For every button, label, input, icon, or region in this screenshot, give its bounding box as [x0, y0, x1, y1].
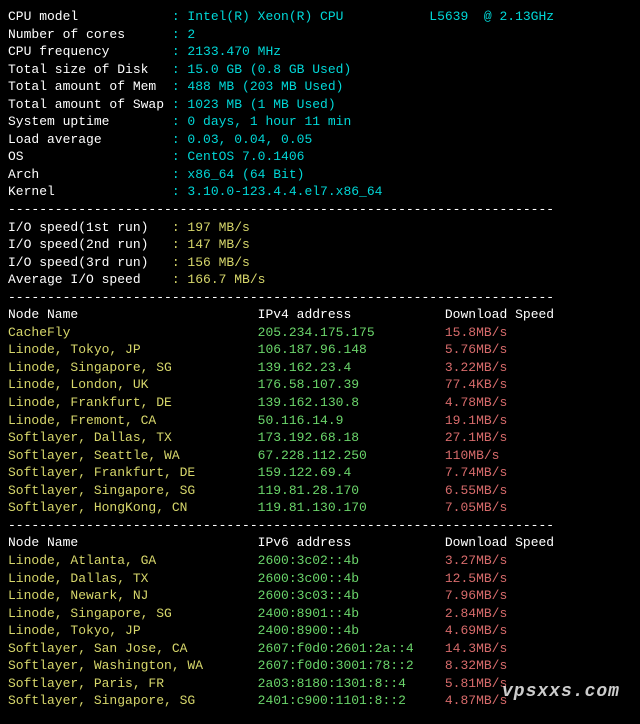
speed-row: CacheFly 205.234.175.175 15.8MB/s: [8, 324, 632, 342]
sysinfo-row: Total size of Disk : 15.0 GB (0.8 GB Use…: [8, 61, 632, 79]
divider: ----------------------------------------…: [8, 289, 632, 307]
sysinfo-row: OS : CentOS 7.0.1406: [8, 148, 632, 166]
divider: ----------------------------------------…: [8, 201, 632, 219]
system-info-block: CPU model : Intel(R) Xeon(R) CPU L5639 @…: [8, 8, 632, 201]
speed-row: Linode, Fremont, CA 50.116.14.9 19.1MB/s: [8, 412, 632, 430]
sysinfo-row: Kernel : 3.10.0-123.4.4.el7.x86_64: [8, 183, 632, 201]
speed-row: Linode, Dallas, TX 2600:3c00::4b 12.5MB/…: [8, 570, 632, 588]
ipv4-header: Node Name IPv4 address Download Speed: [8, 306, 632, 324]
speed-row: Linode, London, UK 176.58.107.39 77.4KB/…: [8, 376, 632, 394]
sysinfo-row: Load average : 0.03, 0.04, 0.05: [8, 131, 632, 149]
divider: ----------------------------------------…: [8, 517, 632, 535]
speed-row: Linode, Tokyo, JP 106.187.96.148 5.76MB/…: [8, 341, 632, 359]
io-speed-block: I/O speed(1st run) : 197 MB/sI/O speed(2…: [8, 219, 632, 289]
speed-row: Softlayer, HongKong, CN 119.81.130.170 7…: [8, 499, 632, 517]
speed-row: Linode, Atlanta, GA 2600:3c02::4b 3.27MB…: [8, 552, 632, 570]
speed-row: Softlayer, San Jose, CA 2607:f0d0:2601:2…: [8, 640, 632, 658]
speed-row: Linode, Newark, NJ 2600:3c03::4b 7.96MB/…: [8, 587, 632, 605]
sysinfo-row: Total amount of Swap : 1023 MB (1 MB Use…: [8, 96, 632, 114]
io-row: I/O speed(1st run) : 197 MB/s: [8, 219, 632, 237]
sysinfo-row: System uptime : 0 days, 1 hour 11 min: [8, 113, 632, 131]
speed-row: Softlayer, Washington, WA 2607:f0d0:3001…: [8, 657, 632, 675]
sysinfo-row: Total amount of Mem : 488 MB (203 MB Use…: [8, 78, 632, 96]
speed-row: Softlayer, Seattle, WA 67.228.112.250 11…: [8, 447, 632, 465]
speed-row: Linode, Frankfurt, DE 139.162.130.8 4.78…: [8, 394, 632, 412]
ipv6-header: Node Name IPv6 address Download Speed: [8, 534, 632, 552]
speed-row: Linode, Singapore, SG 139.162.23.4 3.22M…: [8, 359, 632, 377]
sysinfo-row: CPU model : Intel(R) Xeon(R) CPU L5639 @…: [8, 8, 632, 26]
sysinfo-row: Number of cores : 2: [8, 26, 632, 44]
speed-row: Linode, Singapore, SG 2400:8901::4b 2.84…: [8, 605, 632, 623]
io-row: I/O speed(3rd run) : 156 MB/s: [8, 254, 632, 272]
terminal-output: { "sysinfo": [ {"label":"CPU model ","va…: [8, 8, 632, 710]
ipv4-table: CacheFly 205.234.175.175 15.8MB/sLinode,…: [8, 324, 632, 517]
speed-row: Softlayer, Frankfurt, DE 159.122.69.4 7.…: [8, 464, 632, 482]
sysinfo-row: CPU frequency : 2133.470 MHz: [8, 43, 632, 61]
speed-row: Softlayer, Singapore, SG 119.81.28.170 6…: [8, 482, 632, 500]
speed-row: Linode, Tokyo, JP 2400:8900::4b 4.69MB/s: [8, 622, 632, 640]
io-row: Average I/O speed : 166.7 MB/s: [8, 271, 632, 289]
io-row: I/O speed(2nd run) : 147 MB/s: [8, 236, 632, 254]
watermark: vpsxxs.com: [502, 680, 620, 704]
sysinfo-row: Arch : x86_64 (64 Bit): [8, 166, 632, 184]
speed-row: Softlayer, Dallas, TX 173.192.68.18 27.1…: [8, 429, 632, 447]
